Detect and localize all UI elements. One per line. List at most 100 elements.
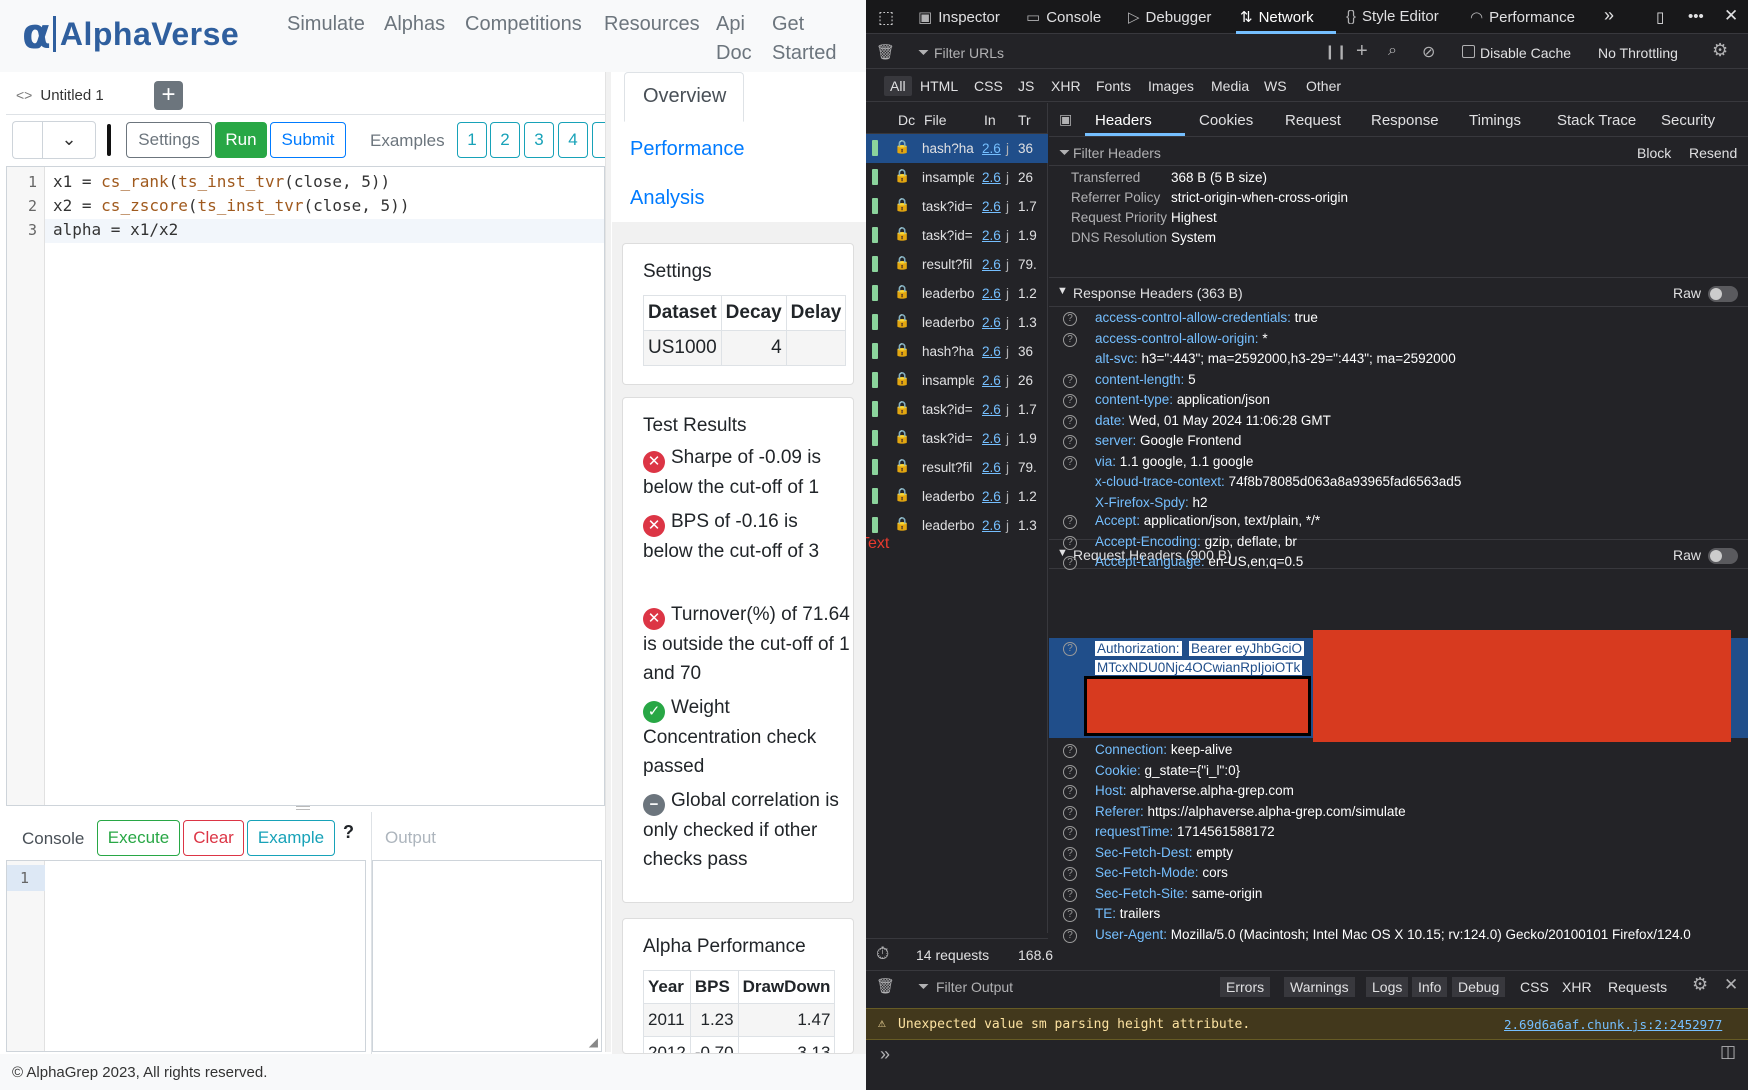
- tab-performance[interactable]: Performance: [630, 138, 745, 161]
- help-icon[interactable]: ?: [1063, 535, 1077, 550]
- header-row[interactable]: ? Sec-Fetch-Mode: cors: [1049, 865, 1748, 887]
- language-select-left[interactable]: [12, 121, 42, 159]
- header-row[interactable]: alt-svc: h3=":443"; ma=2592000,h3-29=":4…: [1049, 351, 1748, 373]
- clear-button[interactable]: Clear: [183, 820, 244, 856]
- level-debug[interactable]: Debug: [1452, 977, 1506, 997]
- header-row[interactable]: ? access-control-allow-credentials: true: [1049, 310, 1748, 332]
- pause-icon[interactable]: ❙❙: [1324, 43, 1347, 60]
- type-css[interactable]: CSS: [1520, 979, 1549, 995]
- header-row[interactable]: ? via: 1.1 google, 1.1 google: [1049, 454, 1748, 476]
- header-row[interactable]: ? Referer: https://alphaverse.alpha-grep.…: [1049, 804, 1748, 826]
- tab-network[interactable]: ⇅ Network: [1240, 8, 1314, 26]
- code-line[interactable]: alpha = x1/x2: [53, 220, 178, 239]
- help-icon[interactable]: ?: [1063, 805, 1077, 820]
- resend-button[interactable]: Resend: [1689, 145, 1737, 161]
- example-1-button[interactable]: 1: [457, 122, 487, 158]
- help-icon[interactable]: ?: [1063, 373, 1077, 388]
- disable-cache-checkbox[interactable]: [1462, 45, 1475, 58]
- request-initiator[interactable]: 2.6: [982, 460, 1001, 475]
- col-transferred[interactable]: Tr: [1018, 112, 1031, 128]
- help-icon[interactable]: ?: [343, 822, 354, 843]
- settings-button[interactable]: Settings: [126, 122, 212, 158]
- example-2-button[interactable]: 2: [490, 122, 520, 158]
- header-row[interactable]: ? Accept-Language: en-US,en;q=0.5: [1049, 554, 1748, 576]
- more-tabs-icon[interactable]: »: [1604, 5, 1614, 26]
- file-tab[interactable]: <> Untitled 1: [6, 80, 146, 110]
- tab-inspector[interactable]: ▣ Inspector: [918, 8, 1000, 26]
- request-row[interactable]: 🔒 task?id= 2.6 j 1.9: [866, 424, 1048, 453]
- level-warnings[interactable]: Warnings: [1284, 977, 1355, 997]
- language-select-dropdown[interactable]: ⌄: [42, 121, 96, 159]
- gear-icon[interactable]: ⚙: [1712, 40, 1728, 61]
- filter-css[interactable]: CSS: [974, 78, 1003, 94]
- trash-icon[interactable]: 🗑: [876, 43, 895, 61]
- request-row[interactable]: 🔒 insample 2.6 j 26: [866, 163, 1048, 192]
- help-icon[interactable]: ?: [1063, 846, 1077, 861]
- filter-other[interactable]: Other: [1306, 78, 1341, 94]
- nav-competitions[interactable]: Competitions: [465, 10, 582, 39]
- nav-doc[interactable]: Doc: [716, 39, 752, 68]
- submit-button[interactable]: Submit: [270, 122, 346, 158]
- filter-html[interactable]: HTML: [920, 78, 958, 94]
- type-requests[interactable]: Requests: [1608, 979, 1667, 995]
- pane-splitter[interactable]: [605, 72, 611, 1052]
- raw-toggle[interactable]: [1708, 286, 1738, 302]
- header-row[interactable]: ? content-length: 5: [1049, 372, 1748, 394]
- tab-debugger[interactable]: ▷ Debugger: [1128, 8, 1211, 26]
- tab-console[interactable]: ▭ Console: [1026, 8, 1101, 26]
- request-row[interactable]: 🔒 task?id= 2.6 j 1.7: [866, 395, 1048, 424]
- add-file-button[interactable]: +: [154, 81, 183, 110]
- close-icon[interactable]: ✕: [1724, 975, 1738, 995]
- split-editor-icon[interactable]: ◫: [1720, 1042, 1736, 1062]
- element-picker-icon[interactable]: ⬚: [878, 8, 894, 28]
- col-file[interactable]: File: [924, 112, 947, 128]
- header-row[interactable]: ? Sec-Fetch-Dest: empty: [1049, 845, 1748, 867]
- help-icon[interactable]: ?: [1063, 394, 1077, 408]
- toggle-panel-icon[interactable]: ▣: [1059, 111, 1072, 128]
- col-initiator[interactable]: In: [984, 112, 996, 128]
- header-row[interactable]: ? server: Google Frontend: [1049, 433, 1748, 455]
- request-initiator[interactable]: 2.6: [982, 199, 1001, 214]
- throttling-select[interactable]: No Throttling: [1598, 45, 1678, 61]
- help-icon[interactable]: ?: [1063, 414, 1077, 429]
- request-initiator[interactable]: 2.6: [982, 431, 1001, 446]
- header-row[interactable]: x-cloud-trace-context: 74f8b78085d063a8a…: [1049, 474, 1748, 496]
- code-line[interactable]: x1 = cs_rank(ts_inst_tvr(close, 5)): [53, 172, 390, 191]
- response-headers-section[interactable]: ▼ Response Headers (363 B) Raw: [1049, 277, 1748, 307]
- request-row[interactable]: 🔒 task?id= 2.6 j 1.9: [866, 221, 1048, 250]
- header-row[interactable]: ? Host: alphaverse.alpha-grep.com: [1049, 783, 1748, 805]
- example-4-button[interactable]: 4: [558, 122, 588, 158]
- help-icon[interactable]: ?: [1063, 785, 1077, 799]
- help-icon[interactable]: ?: [1063, 764, 1077, 779]
- request-initiator[interactable]: 2.6: [982, 315, 1001, 330]
- help-icon[interactable]: ?: [1063, 556, 1077, 570]
- console-input[interactable]: 1: [6, 860, 366, 1052]
- help-icon[interactable]: ?: [1063, 887, 1077, 902]
- plus-icon[interactable]: +: [1356, 40, 1368, 63]
- request-row[interactable]: 🔒 insample 2.6 j 26: [866, 366, 1048, 395]
- request-initiator[interactable]: 2.6: [982, 402, 1001, 417]
- header-row[interactable]: ? content-type: application/json: [1049, 392, 1748, 414]
- authorization-row[interactable]: ? Authorization: Bearer eyJhbGciO MTcxND…: [1049, 630, 1748, 742]
- request-row[interactable]: 🔒 hash?ha 2.6 j 36: [866, 337, 1048, 366]
- tab-response[interactable]: Response: [1371, 112, 1439, 129]
- tab-headers[interactable]: Headers: [1095, 112, 1152, 129]
- header-row[interactable]: ? Cookie: g_state={"i_l":0}: [1049, 763, 1748, 785]
- header-row[interactable]: ? User-Agent: Mozilla/5.0 (Macintosh; Int…: [1049, 927, 1748, 949]
- header-row[interactable]: ? TE: trailers: [1049, 906, 1748, 928]
- help-icon[interactable]: ?: [1063, 515, 1077, 529]
- console-prompt-icon[interactable]: »: [880, 1044, 890, 1065]
- request-row[interactable]: 🔒 result?fil 2.6 j 79.: [866, 250, 1048, 279]
- filter-xhr[interactable]: XHR: [1051, 78, 1081, 94]
- nav-api[interactable]: Api: [716, 10, 745, 39]
- level-errors[interactable]: Errors: [1220, 977, 1271, 997]
- request-initiator[interactable]: 2.6: [982, 141, 1001, 156]
- code-editor[interactable]: 1 2 3 x1 = cs_rank(ts_inst_tvr(close, 5)…: [6, 166, 605, 806]
- help-icon[interactable]: ?: [1063, 908, 1077, 922]
- tab-cookies[interactable]: Cookies: [1199, 112, 1253, 129]
- execute-button[interactable]: Execute: [97, 820, 180, 856]
- example-more-button[interactable]: [592, 122, 606, 158]
- filter-output-input[interactable]: Filter Output: [936, 979, 1013, 995]
- tab-analysis[interactable]: Analysis: [630, 187, 704, 210]
- request-initiator[interactable]: 2.6: [982, 257, 1001, 272]
